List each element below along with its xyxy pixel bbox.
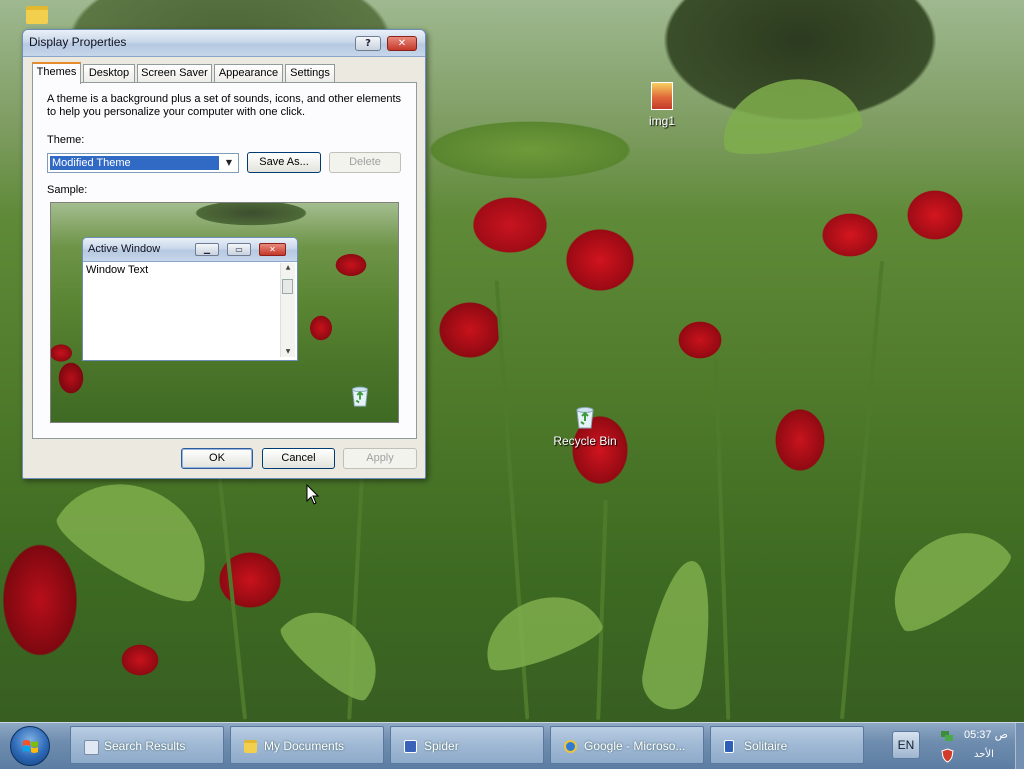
dialog-title: Display Properties [29, 35, 127, 49]
tulip-stem [713, 360, 731, 720]
cancel-button[interactable]: Cancel [262, 448, 335, 469]
tab-settings[interactable]: Settings [285, 64, 335, 83]
folder-icon [244, 740, 257, 753]
folder-icon [26, 6, 48, 24]
taskbar-item-solitaire[interactable]: Solitaire [710, 726, 864, 764]
leaf [871, 509, 1019, 641]
taskbar-item-my-documents[interactable]: My Documents [230, 726, 384, 764]
image-file-icon [651, 82, 673, 110]
tulip-stem [216, 470, 248, 720]
day-label: الأحد [974, 749, 994, 760]
taskbar-item-spider[interactable]: Spider [390, 726, 544, 764]
delete-button[interactable]: Delete [329, 152, 401, 173]
leaf [473, 581, 607, 679]
taskbar-item-label: Spider [424, 739, 459, 753]
taskbar-item-label: My Documents [264, 739, 345, 753]
taskbar: Search Results My Documents Spider Googl… [0, 722, 1024, 769]
leaf [714, 68, 866, 162]
sample-window-title: Active Window [88, 243, 161, 255]
spider-solitaire-icon [404, 740, 417, 753]
clock[interactable]: 05:37 ص [964, 728, 1008, 741]
desktop-icon-recycle-bin[interactable]: Recycle Bin [550, 402, 620, 448]
show-desktop-button[interactable] [1015, 723, 1024, 769]
desktop-icon-label: Recycle Bin [553, 434, 617, 448]
desktop-icon-img1[interactable]: img1 [644, 82, 680, 128]
tab-themes[interactable]: Themes [32, 62, 81, 84]
theme-description: A theme is a background plus a set of so… [47, 93, 402, 118]
internet-explorer-icon [564, 740, 577, 753]
language-indicator[interactable]: EN [892, 731, 920, 759]
taskbar-item-label: Search Results [104, 739, 186, 753]
desktop-folder-icon[interactable] [26, 6, 48, 24]
help-button[interactable]: ? [355, 36, 381, 51]
security-shield-icon[interactable] [941, 748, 954, 763]
leaf [48, 456, 232, 614]
start-button[interactable] [10, 726, 50, 766]
tab-appearance[interactable]: Appearance [214, 64, 283, 83]
scroll-down-icon: ▼ [285, 348, 291, 355]
search-results-icon [84, 740, 99, 755]
close-button[interactable]: ✕ [387, 36, 417, 51]
close-icon: ✕ [259, 243, 286, 256]
recycle-bin-icon [576, 407, 594, 429]
theme-dropdown-value: Modified Theme [50, 156, 219, 170]
apply-button[interactable]: Apply [343, 448, 417, 469]
leaf [637, 555, 723, 715]
scroll-thumb [282, 279, 293, 294]
network-icon[interactable] [940, 729, 954, 743]
theme-sample-preview: Active Window ▁ ▭ ✕ Window Text ▲ ▼ [50, 202, 399, 423]
sample-window-title-bar: Active Window ▁ ▭ ✕ [83, 238, 297, 262]
taskbar-item-label: Solitaire [744, 739, 788, 753]
maximize-icon: ▭ [227, 243, 251, 256]
chevron-down-icon[interactable]: ▼ [221, 155, 237, 171]
themes-tab-panel: A theme is a background plus a set of so… [32, 82, 417, 439]
desktop-icon-label: img1 [648, 114, 675, 128]
sample-scrollbar: ▲ ▼ [280, 263, 295, 357]
mouse-cursor-icon [306, 484, 320, 505]
scroll-up-icon: ▲ [285, 264, 291, 271]
system-tray: 05:37 ص الأحد [934, 725, 1014, 767]
tulip-stem [839, 260, 885, 720]
taskbar-item-search-results[interactable]: Search Results [70, 726, 224, 764]
save-as-button[interactable]: Save As... [247, 152, 321, 173]
sample-label: Sample: [47, 184, 88, 196]
theme-dropdown[interactable]: Modified Theme ▼ [47, 153, 239, 173]
dialog-title-bar[interactable]: Display Properties ? ✕ [23, 30, 425, 57]
theme-label: Theme: [47, 134, 85, 146]
ok-button[interactable]: OK [181, 448, 253, 469]
solitaire-icon [724, 740, 734, 753]
windows-logo-icon [23, 740, 38, 753]
tab-screen-saver[interactable]: Screen Saver [137, 64, 212, 83]
tulip-stem [596, 499, 608, 721]
display-properties-dialog: Display Properties ? ✕ Themes Desktop Sc… [22, 29, 426, 479]
sample-window-text: Window Text [86, 264, 149, 276]
taskbar-item-google-ie[interactable]: Google - Microso... [550, 726, 704, 764]
leaf [273, 591, 397, 709]
minimize-icon: ▁ [195, 243, 219, 256]
taskbar-item-label: Google - Microso... [584, 739, 686, 753]
sample-active-window: Active Window ▁ ▭ ✕ Window Text ▲ ▼ [82, 237, 298, 361]
tab-desktop[interactable]: Desktop [83, 64, 135, 83]
recycle-bin-icon [352, 386, 368, 407]
